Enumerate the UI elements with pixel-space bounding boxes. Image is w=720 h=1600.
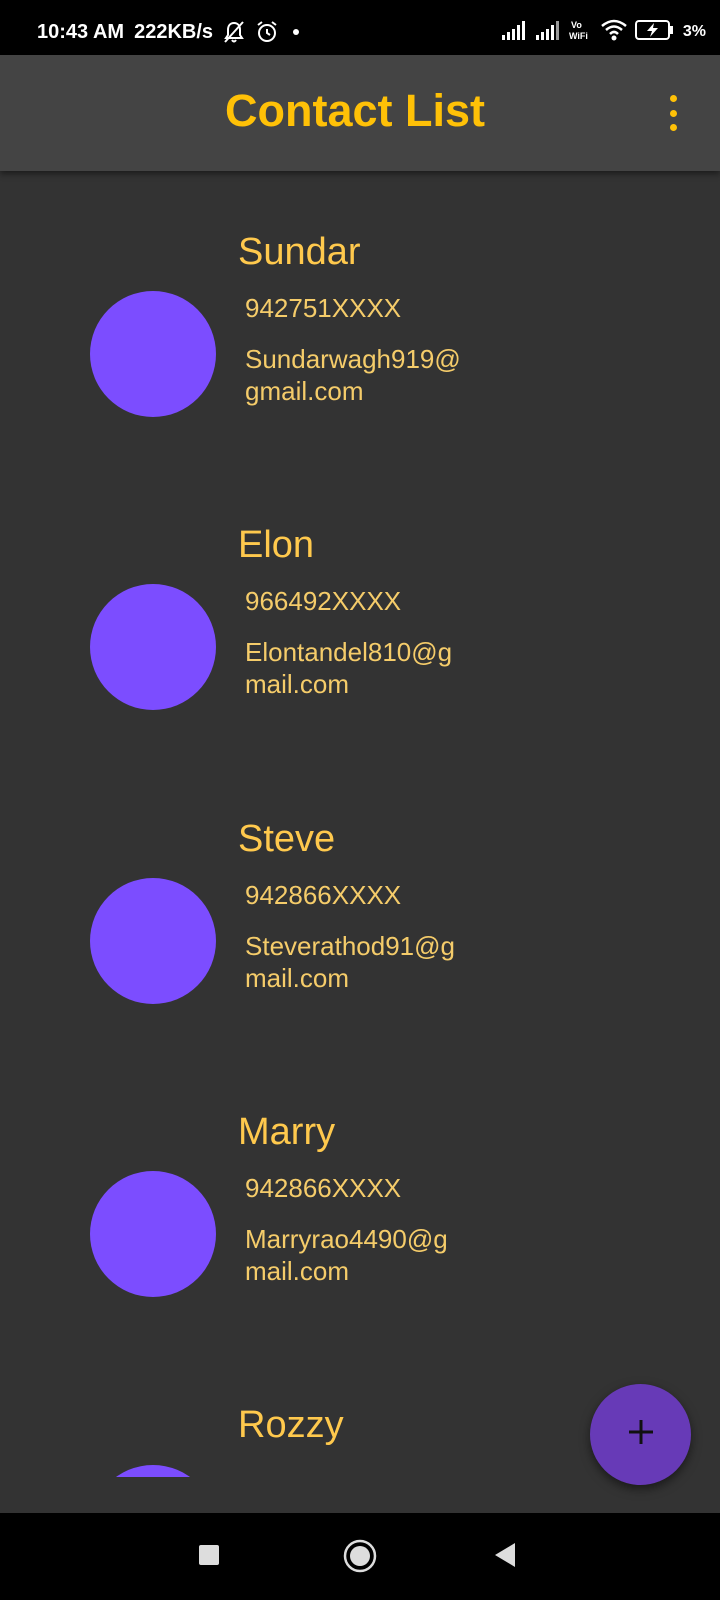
contact-card[interactable]: Elon 966492XXXX Elontandel810@gmail.com bbox=[0, 524, 720, 784]
contact-card[interactable]: Steve 942866XXXX Steverathod91@gmail.com bbox=[0, 818, 720, 1078]
menu-dot bbox=[669, 109, 677, 117]
notifications-off-icon bbox=[223, 20, 245, 44]
contact-phone: 942751XXXX bbox=[245, 293, 402, 323]
wifi-icon bbox=[601, 19, 627, 46]
dot-icon bbox=[289, 25, 303, 39]
contact-phone: 942866XXXX bbox=[245, 1173, 402, 1203]
nav-bar bbox=[0, 1513, 720, 1600]
more-vert-icon[interactable] bbox=[666, 95, 680, 131]
menu-dot bbox=[669, 95, 677, 102]
contact-phone: 966492XXXX bbox=[245, 586, 402, 616]
contact-email: Steverathod91@gmail.com bbox=[245, 931, 455, 993]
contact-card[interactable]: Sundar 942751XXXX Sundarwagh919@gmail.co… bbox=[0, 231, 720, 491]
avatar bbox=[90, 1465, 216, 1477]
recents-icon[interactable] bbox=[198, 1544, 220, 1571]
avatar bbox=[90, 584, 216, 710]
home-icon[interactable] bbox=[343, 1539, 377, 1578]
contact-email: Marryrao4490@gmail.com bbox=[245, 1224, 448, 1286]
battery-charging-icon bbox=[634, 19, 675, 46]
contact-name: Sundar bbox=[238, 231, 361, 273]
status-time: 10:43 AM bbox=[37, 20, 125, 43]
status-speed: 222KB/s bbox=[134, 20, 214, 43]
app-title: Contact List bbox=[224, 85, 485, 136]
status-left: 10:43 AM 222KB/s bbox=[37, 18, 303, 46]
contact-card[interactable]: Marry 942866XXXX Marryrao4490@gmail.com bbox=[0, 1111, 720, 1371]
battery-level: 3% bbox=[682, 23, 706, 40]
app-bar: Contact List bbox=[0, 55, 720, 171]
vowifi-icon: Vo WiFi bbox=[569, 18, 593, 47]
contact-email: Elontandel810@gmail.com bbox=[245, 637, 453, 699]
contact-name: Steve bbox=[238, 818, 336, 860]
alarm-icon bbox=[255, 20, 279, 44]
contact-list[interactable]: Sundar 942751XXXX Sundarwagh919@gmail.co… bbox=[0, 171, 720, 1477]
contact-phone: 942866XXXX bbox=[245, 880, 402, 910]
avatar bbox=[90, 291, 216, 417]
avatar bbox=[90, 1171, 216, 1297]
contact-name: Elon bbox=[238, 524, 315, 566]
plus-icon bbox=[626, 1417, 656, 1452]
svg-text:Vo: Vo bbox=[571, 20, 582, 30]
avatar bbox=[90, 878, 216, 1004]
contact-name: Rozzy bbox=[238, 1404, 344, 1446]
menu-dot bbox=[669, 124, 677, 131]
contact-email: Sundarwagh919@gmail.com bbox=[245, 344, 461, 406]
back-icon[interactable] bbox=[494, 1542, 516, 1573]
contact-name: Marry bbox=[238, 1111, 336, 1153]
add-contact-button[interactable] bbox=[590, 1384, 691, 1485]
signal-icon bbox=[501, 19, 527, 46]
signal-icon bbox=[535, 19, 561, 46]
svg-text:WiFi: WiFi bbox=[569, 31, 588, 41]
status-right: Vo WiFi 3% bbox=[501, 18, 706, 46]
status-bar: 10:43 AM 222KB/s Vo WiFi 3% bbox=[0, 0, 720, 55]
